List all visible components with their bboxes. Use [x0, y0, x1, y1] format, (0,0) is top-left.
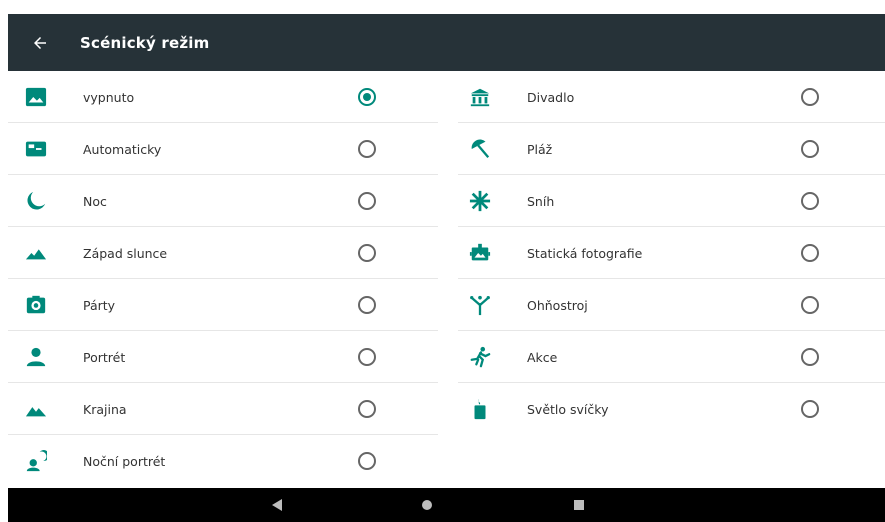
moon-icon	[24, 189, 48, 213]
scene-item-label: Západ slunce	[83, 245, 168, 261]
scene-item-label: Párty	[83, 297, 116, 313]
scene-item-candlelight[interactable]: Světlo svíčky	[458, 383, 885, 435]
radio-button[interactable]	[358, 348, 376, 366]
scene-item-label: Krajina	[83, 401, 127, 417]
navigation-bar	[8, 488, 885, 522]
beach-icon	[468, 137, 492, 161]
radio-button[interactable]	[801, 140, 819, 158]
scene-item-theatre[interactable]: Divadlo	[458, 71, 885, 123]
scene-item-moon[interactable]: Noc	[8, 175, 438, 227]
scene-item-label: vypnuto	[83, 89, 135, 105]
radio-button[interactable]	[801, 400, 819, 418]
scene-item-label: Noc	[83, 193, 107, 209]
radio-button[interactable]	[801, 192, 819, 210]
scene-item-label: Noční portrét	[83, 453, 166, 469]
scene-item-label: Ohňostroj	[527, 297, 588, 313]
radio-button[interactable]	[358, 452, 376, 470]
arrow-back-icon	[34, 36, 46, 49]
radio-button[interactable]	[801, 88, 819, 106]
scene-item-label: Statická fotografie	[527, 245, 643, 261]
landscape-icon	[24, 397, 48, 421]
night-portrait-icon	[24, 449, 48, 473]
recents-square-icon	[574, 500, 584, 510]
page-title: Scénický režim	[80, 33, 210, 52]
scene-item-auto-scene[interactable]: Automaticky	[8, 123, 438, 175]
portrait-icon	[24, 345, 48, 369]
radio-button[interactable]	[801, 348, 819, 366]
auto-scene-icon	[24, 137, 48, 161]
nav-recents-button[interactable]	[570, 496, 588, 514]
back-button[interactable]	[8, 14, 72, 71]
theatre-icon	[468, 85, 492, 109]
radio-button[interactable]	[801, 296, 819, 314]
app-bar: Scénický režim	[8, 14, 885, 71]
scene-item-label: Divadlo	[527, 89, 575, 105]
fireworks-icon	[468, 293, 492, 317]
sunset-icon	[24, 241, 48, 265]
scene-item-fireworks[interactable]: Ohňostroj	[458, 279, 885, 331]
scene-list-left: vypnuto Automaticky Noc Západ slunce Párty Po…	[8, 71, 438, 487]
scene-list-right: Divadlo Pláž Sníh Statická fotografie Ohňost…	[458, 71, 885, 435]
nav-home-button[interactable]	[418, 496, 436, 514]
candlelight-icon	[468, 397, 492, 421]
snow-icon	[468, 189, 492, 213]
status-bar	[0, 0, 885, 14]
back-triangle-icon	[272, 499, 282, 511]
radio-button[interactable]	[358, 296, 376, 314]
party-icon	[24, 293, 48, 317]
scene-item-sunset[interactable]: Západ slunce	[8, 227, 438, 279]
steady-photo-icon	[468, 241, 492, 265]
scene-item-landscape[interactable]: Krajina	[8, 383, 438, 435]
scene-item-action[interactable]: Akce	[458, 331, 885, 383]
radio-button[interactable]	[358, 400, 376, 418]
scene-item-label: Pláž	[527, 141, 553, 157]
nav-back-button[interactable]	[268, 496, 286, 514]
scene-item-snow[interactable]: Sníh	[458, 175, 885, 227]
scene-item-steady-photo[interactable]: Statická fotografie	[458, 227, 885, 279]
scene-mode-list: vypnuto Automaticky Noc Západ slunce Párty Po…	[8, 71, 885, 488]
action-icon	[468, 345, 492, 369]
scene-item-image[interactable]: vypnuto	[8, 71, 438, 123]
radio-button-checked[interactable]	[358, 88, 376, 106]
radio-button[interactable]	[801, 244, 819, 262]
scene-item-label: Sníh	[527, 193, 555, 209]
radio-button[interactable]	[358, 244, 376, 262]
scene-item-label: Portrét	[83, 349, 126, 365]
scene-item-night-portrait[interactable]: Noční portrét	[8, 435, 438, 487]
image-icon	[24, 85, 48, 109]
scene-item-label: Akce	[527, 349, 558, 365]
scene-item-label: Světlo svíčky	[527, 401, 609, 417]
home-circle-icon	[422, 500, 432, 510]
scene-item-portrait[interactable]: Portrét	[8, 331, 438, 383]
scene-item-beach[interactable]: Pláž	[458, 123, 885, 175]
radio-button[interactable]	[358, 140, 376, 158]
radio-button[interactable]	[358, 192, 376, 210]
scene-item-party[interactable]: Párty	[8, 279, 438, 331]
scene-item-label: Automaticky	[83, 141, 162, 157]
